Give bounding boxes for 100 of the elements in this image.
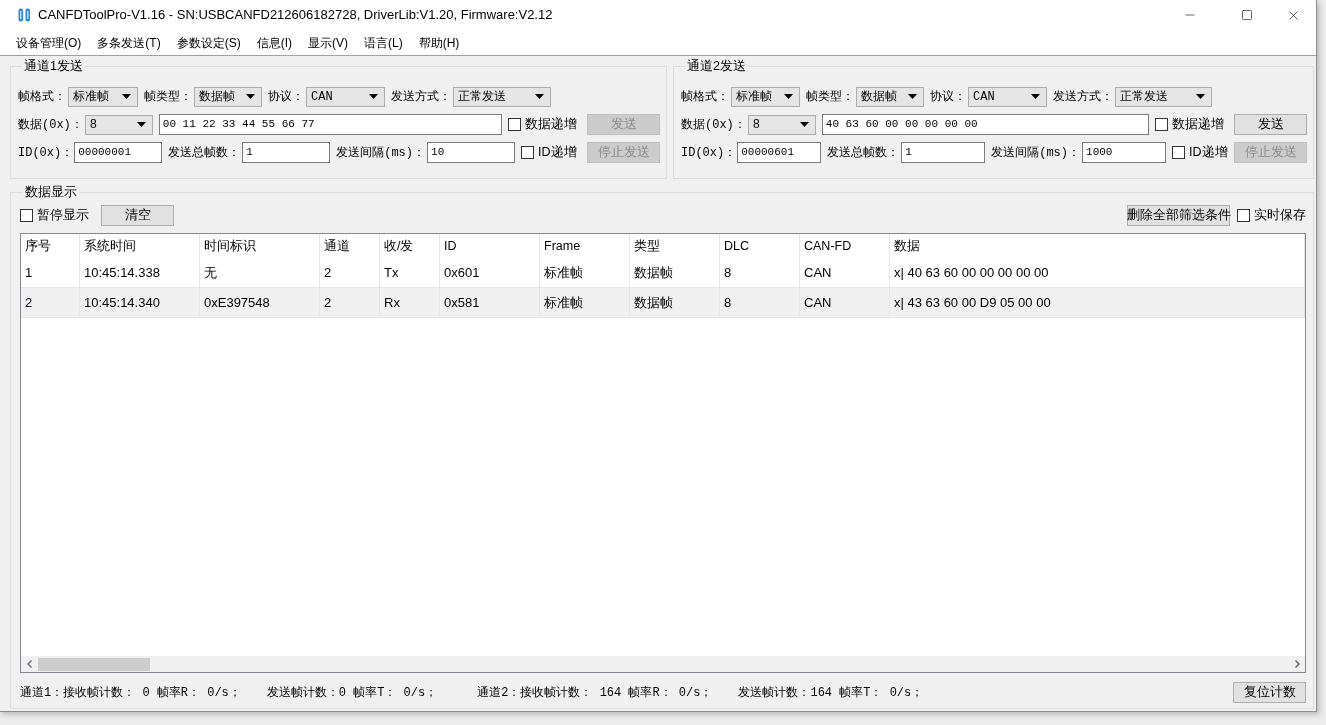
dropdown[interactable]: 8 bbox=[84, 114, 153, 135]
table-cell: 8 bbox=[720, 258, 800, 287]
caret-icon bbox=[784, 94, 793, 99]
field-label: 发送总帧数： bbox=[827, 144, 900, 162]
field-label: 数据(0x)： bbox=[681, 116, 746, 134]
field-label: 帧类型： bbox=[806, 88, 854, 106]
checkbox[interactable] bbox=[521, 146, 535, 159]
field-label: ID(0x)： bbox=[681, 144, 737, 162]
dropdown[interactable]: 正常发送 bbox=[1115, 86, 1212, 107]
table-cell: x| 40 63 60 00 00 00 00 00 bbox=[890, 258, 1305, 287]
dropdown[interactable]: 数据帧 bbox=[194, 86, 262, 107]
dropdown[interactable]: 8 bbox=[747, 114, 816, 135]
menu-item[interactable]: 设备管理(O) bbox=[8, 30, 90, 55]
checkbox-label: 暂停显示 bbox=[37, 207, 89, 225]
caret-icon bbox=[136, 122, 146, 127]
caret-icon bbox=[1031, 94, 1040, 99]
menu-item[interactable]: 信息(I) bbox=[248, 30, 300, 55]
dropdown[interactable]: CAN bbox=[306, 86, 385, 107]
table-cell: 8 bbox=[720, 288, 800, 317]
caret-icon bbox=[1196, 94, 1205, 99]
input-field[interactable]: 00000001 bbox=[74, 142, 163, 163]
input-field[interactable]: 10 bbox=[427, 142, 516, 163]
caret-icon bbox=[535, 94, 544, 99]
checkbox[interactable] bbox=[20, 209, 33, 222]
field-label: 帧格式： bbox=[18, 88, 66, 106]
input-field[interactable]: 1000 bbox=[1082, 142, 1167, 163]
caret-icon bbox=[246, 94, 255, 99]
table-cell: 2 bbox=[320, 288, 380, 317]
input-field[interactable]: 40 63 60 00 00 00 00 00 bbox=[821, 114, 1149, 135]
clear-button[interactable]: 清空 bbox=[101, 205, 174, 226]
status-text: 发送帧计数：164 帧率T： 0/s； bbox=[738, 684, 924, 702]
field-label: ID(0x)： bbox=[18, 144, 74, 162]
table-cell: x| 43 63 60 00 D9 05 00 00 bbox=[890, 288, 1305, 317]
table-cell: 2 bbox=[320, 258, 380, 287]
field-label: 发送方式： bbox=[1053, 88, 1113, 106]
dropdown[interactable]: CAN bbox=[968, 86, 1047, 107]
table-cell: 0x581 bbox=[440, 288, 540, 317]
field-label: 帧类型： bbox=[144, 88, 192, 106]
table-cell: CAN bbox=[800, 288, 890, 317]
menu-item[interactable]: 多条发送(T) bbox=[89, 30, 169, 55]
checkbox[interactable] bbox=[1172, 146, 1186, 159]
table-cell: 1 bbox=[21, 258, 80, 287]
status-text: 发送帧计数：0 帧率T： 0/s； bbox=[266, 684, 438, 702]
field-label: 发送方式： bbox=[391, 88, 451, 106]
checkbox-label: 实时保存 bbox=[1254, 207, 1306, 225]
menu-item[interactable]: 显示(V) bbox=[300, 30, 356, 55]
app-icon bbox=[18, 8, 31, 22]
caret-icon bbox=[122, 94, 131, 99]
input-field[interactable]: 00 11 22 33 44 55 66 77 bbox=[158, 114, 502, 135]
checkbox[interactable] bbox=[1237, 209, 1250, 222]
field-label: 数据(0x)： bbox=[18, 116, 83, 134]
input-field[interactable]: 1 bbox=[242, 142, 331, 163]
caret-icon bbox=[908, 94, 917, 99]
horizontal-scrollbar[interactable] bbox=[21, 656, 1305, 672]
status-text: 通道2：接收帧计数： 164 帧率R： 0/s； bbox=[477, 684, 713, 702]
table-row[interactable]: 2 10:45:14.340 0xE397548 2 Rx 0x581 标准帧 数据帧 8 CAN x| 43 63 60 00 D9 05 00 00 bbox=[21, 288, 1305, 318]
table-row[interactable]: 1 10:45:14.338 无 2 Tx 0x601 标准帧 数据帧 8 CAN x| 40 63 60 00 00 00 00 00 bbox=[21, 258, 1305, 288]
field-label: 帧格式： bbox=[681, 88, 729, 106]
dropdown[interactable]: 正常发送 bbox=[453, 86, 551, 107]
scrollbar-thumb[interactable] bbox=[38, 657, 150, 671]
dropdown[interactable]: 标准帧 bbox=[731, 86, 800, 107]
checkbox-label: 数据递增 bbox=[525, 116, 577, 134]
send-button[interactable]: 发送 bbox=[1234, 114, 1307, 135]
checkbox-label: ID递增 bbox=[1189, 144, 1228, 162]
input-field[interactable]: 00000601 bbox=[737, 142, 822, 163]
menu-item[interactable]: 语言(L) bbox=[356, 30, 411, 55]
caret-icon bbox=[369, 94, 378, 99]
table-cell: 10:45:14.340 bbox=[80, 288, 200, 317]
dropdown[interactable]: 数据帧 bbox=[856, 86, 924, 107]
chevron-left-icon[interactable] bbox=[27, 660, 32, 668]
window-title: CANFDToolPro-V1.16 - SN:USBCANFD212606182728, DriverLib:V1.20, Firmware:V2.12 bbox=[38, 6, 553, 25]
table-cell: 0x601 bbox=[440, 258, 540, 287]
field-label: 协议： bbox=[268, 88, 304, 106]
table-cell: 0xE397548 bbox=[200, 288, 320, 317]
menu-item[interactable]: 参数设定(S) bbox=[168, 30, 249, 55]
dropdown[interactable]: 标准帧 bbox=[68, 86, 138, 107]
table-cell: Rx bbox=[380, 288, 440, 317]
chevron-right-icon[interactable] bbox=[1295, 660, 1300, 668]
field-label: 发送间隔(ms)： bbox=[336, 144, 426, 162]
menu-item[interactable]: 帮助(H) bbox=[410, 30, 468, 55]
table-cell: 2 bbox=[21, 288, 80, 317]
table-cell: 标准帧 bbox=[540, 258, 630, 287]
input-field[interactable]: 1 bbox=[901, 142, 986, 163]
status-text: 通道1：接收帧计数： 0 帧率R： 0/s； bbox=[20, 684, 241, 702]
table-cell: 数据帧 bbox=[630, 288, 720, 317]
group-title: 通道2发送 bbox=[686, 58, 747, 74]
checkbox[interactable] bbox=[1155, 118, 1168, 131]
delete-filters-button[interactable]: 删除全部筛选条件 bbox=[1127, 205, 1230, 226]
field-label: 发送间隔(ms)： bbox=[991, 144, 1081, 162]
maximize-icon bbox=[1241, 9, 1253, 21]
table-cell: CAN bbox=[800, 258, 890, 287]
checkbox[interactable] bbox=[508, 118, 521, 131]
caret-icon bbox=[799, 122, 809, 127]
table-cell: 无 bbox=[200, 258, 320, 287]
table-cell: 10:45:14.338 bbox=[80, 258, 200, 287]
field-label: 协议： bbox=[930, 88, 966, 106]
reset-count-button[interactable]: 复位计数 bbox=[1233, 682, 1306, 703]
table-cell: 数据帧 bbox=[630, 258, 720, 287]
table-cell: Tx bbox=[380, 258, 440, 287]
checkbox-label: ID递增 bbox=[538, 144, 577, 162]
